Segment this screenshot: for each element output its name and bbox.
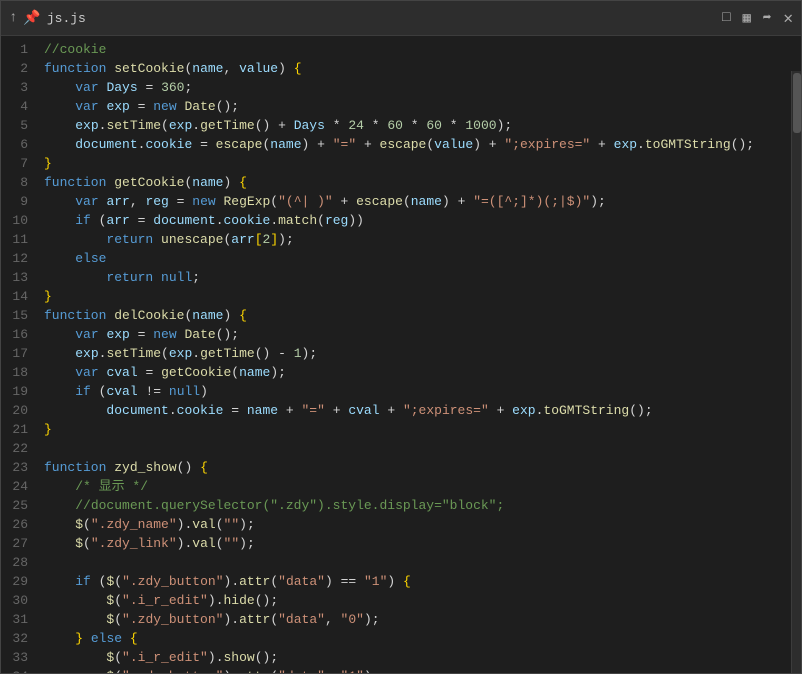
line-number: 6 [1,135,28,154]
line-number: 22 [1,439,28,458]
line-number: 5 [1,116,28,135]
line-number: 15 [1,306,28,325]
line-number: 27 [1,534,28,553]
code-line: function zyd_show() { [44,458,801,477]
code-line: if ($(".zdy_button").attr("data") == "1"… [44,572,801,591]
code-line: } [44,154,801,173]
line-number: 19 [1,382,28,401]
scrollbar[interactable] [791,71,801,673]
line-number: 13 [1,268,28,287]
line-number: 32 [1,629,28,648]
line-number: 16 [1,325,28,344]
code-line: document.cookie = escape(name) + "=" + e… [44,135,801,154]
line-number: 29 [1,572,28,591]
line-number: 28 [1,553,28,572]
code-line: $(".zdy_button").attr("data", "1"); [44,667,801,673]
code-line: $(".zdy_name").val(""); [44,515,801,534]
code-line: return unescape(arr[2]); [44,230,801,249]
code-line: document.cookie = name + "=" + cval + ";… [44,401,801,420]
code-line: function setCookie(name, value) { [44,59,801,78]
line-number: 20 [1,401,28,420]
code-line: return null; [44,268,801,287]
line-number: 18 [1,363,28,382]
line-number: 25 [1,496,28,515]
line-number: 7 [1,154,28,173]
code-line: } else { [44,629,801,648]
scrollbar-thumb[interactable] [793,73,801,133]
line-numbers: 1234567891011121314151617181920212223242… [1,36,36,673]
code-line: var exp = new Date(); [44,97,801,116]
title-bar-right: □ ▦ ➦ ✕ [722,8,793,28]
code-line: $(".i_r_edit").show(); [44,648,801,667]
pin-icon[interactable]: 📌 [23,10,40,27]
code-line: exp.setTime(exp.getTime() + Days * 24 * … [44,116,801,135]
line-number: 1 [1,40,28,59]
title-bar-left: ↑ 📌 js.js [9,10,86,27]
line-number: 30 [1,591,28,610]
line-number: 33 [1,648,28,667]
code-line: function delCookie(name) { [44,306,801,325]
line-number: 21 [1,420,28,439]
code-line: } [44,420,801,439]
line-number: 10 [1,211,28,230]
code-line: function getCookie(name) { [44,173,801,192]
code-line [44,553,801,572]
line-number: 9 [1,192,28,211]
code-line [44,439,801,458]
code-line: $(".i_r_edit").hide(); [44,591,801,610]
line-number: 2 [1,59,28,78]
code-line: var arr, reg = new RegExp("(^| )" + esca… [44,192,801,211]
split-editor-icon[interactable]: ▦ [742,10,750,27]
code-line: else [44,249,801,268]
code-line: //cookie [44,40,801,59]
code-line: var cval = getCookie(name); [44,363,801,382]
code-line: var Days = 360; [44,78,801,97]
line-number: 4 [1,97,28,116]
new-file-icon[interactable]: □ [722,10,730,26]
line-number: 23 [1,458,28,477]
editor-body: 1234567891011121314151617181920212223242… [1,36,801,673]
code-line: if (cval != null) [44,382,801,401]
code-line: $(".zdy_button").attr("data", "0"); [44,610,801,629]
line-number: 3 [1,78,28,97]
code-line: /* 显示 */ [44,477,801,496]
line-number: 11 [1,230,28,249]
code-line: if (arr = document.cookie.match(reg)) [44,211,801,230]
line-number: 12 [1,249,28,268]
line-number: 14 [1,287,28,306]
line-number: 24 [1,477,28,496]
arrow-up-icon[interactable]: ↑ [9,10,17,26]
editor-window: ↑ 📌 js.js □ ▦ ➦ ✕ 1234567891011121314151… [0,0,802,674]
line-number: 8 [1,173,28,192]
line-number: 17 [1,344,28,363]
code-line: $(".zdy_link").val(""); [44,534,801,553]
close-icon[interactable]: ✕ [783,8,793,28]
line-number: 31 [1,610,28,629]
line-number: 26 [1,515,28,534]
expand-icon[interactable]: ➦ [763,10,771,27]
title-bar: ↑ 📌 js.js □ ▦ ➦ ✕ [1,1,801,36]
code-line: exp.setTime(exp.getTime() - 1); [44,344,801,363]
code-area[interactable]: //cookiefunction setCookie(name, value) … [36,36,801,673]
code-line: //document.querySelector(".zdy").style.d… [44,496,801,515]
code-line: } [44,287,801,306]
code-line: var exp = new Date(); [44,325,801,344]
line-number: 34 [1,667,28,673]
filename-label: js.js [47,11,86,26]
